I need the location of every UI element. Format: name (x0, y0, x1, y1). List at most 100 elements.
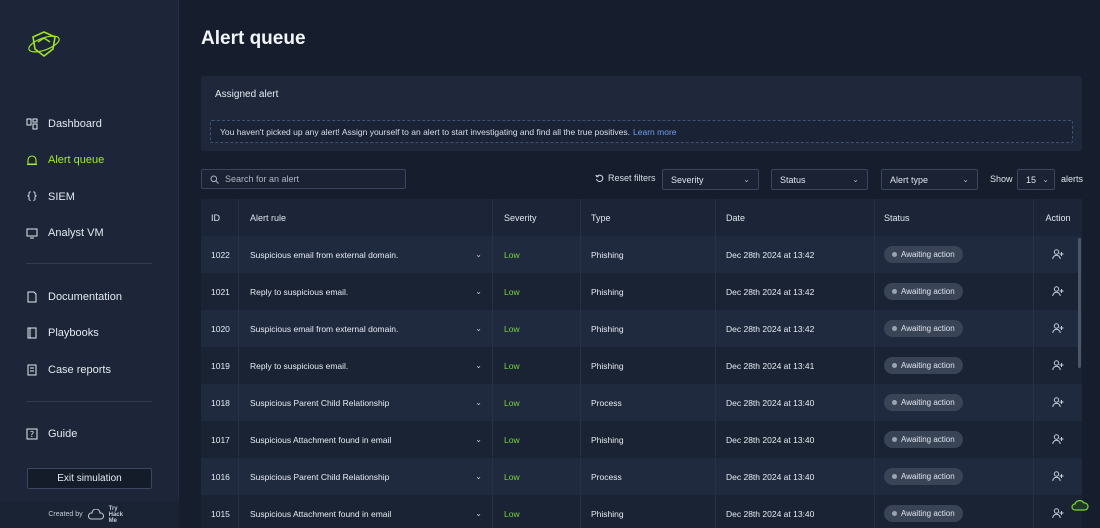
table-row[interactable]: 1020 Suspicious email from external domai… (201, 310, 1082, 347)
sidebar-item-label: Documentation (48, 291, 122, 303)
sidebar-item-label: SIEM (48, 191, 75, 203)
alert-type-select[interactable]: Alert type ⌄ (881, 169, 978, 190)
sidebar-item-guide[interactable]: ? Guide (26, 424, 77, 444)
sidebar-item-dashboard[interactable]: Dashboard (26, 114, 102, 134)
status-badge: Awaiting action (884, 357, 963, 374)
cell-rule[interactable]: Reply to suspicious email. ⌄ (239, 347, 493, 384)
sidebar-item-analyst-vm[interactable]: Analyst VM (26, 223, 104, 243)
sidebar-item-playbooks[interactable]: Playbooks (26, 323, 99, 343)
cell-rule[interactable]: Suspicious Parent Child Relationship ⌄ (239, 384, 493, 421)
table-row[interactable]: 1019 Reply to suspicious email. ⌄ Low Phishi… (201, 347, 1082, 384)
status-select[interactable]: Status ⌄ (771, 169, 868, 190)
column-header-type[interactable]: Type (581, 199, 716, 236)
chevron-down-icon[interactable]: ⌄ (475, 324, 482, 333)
severity-select-label: Severity (671, 174, 704, 185)
created-by-label: Created by (48, 511, 83, 518)
assign-user-icon[interactable] (1052, 397, 1064, 408)
cell-severity: Low (493, 384, 581, 421)
column-header-date[interactable]: Date (716, 199, 875, 236)
chevron-down-icon: ⌄ (962, 175, 969, 184)
table-row[interactable]: 1016 Suspicious Parent Child Relationship… (201, 458, 1082, 495)
cell-rule[interactable]: Suspicious email from external domain. ⌄ (239, 236, 493, 273)
sidebar-item-alert-queue[interactable]: Alert queue (26, 150, 104, 170)
siem-icon: {} (26, 191, 39, 202)
assigned-alert-title: Assigned alert (215, 89, 279, 100)
severity-select[interactable]: Severity ⌄ (662, 169, 759, 190)
cell-id: 1019 (201, 347, 239, 384)
cell-date: Dec 28th 2024 at 13:42 (716, 310, 875, 347)
cell-status: Awaiting action (875, 384, 1034, 421)
sidebar-item-siem[interactable]: {} SIEM (26, 187, 75, 207)
cell-rule[interactable]: Suspicious email from external domain. ⌄ (239, 310, 493, 347)
cell-severity: Low (493, 495, 581, 528)
assign-user-icon[interactable] (1052, 360, 1064, 371)
search-box[interactable] (201, 169, 406, 189)
status-badge: Awaiting action (884, 394, 963, 411)
assign-user-icon[interactable] (1052, 286, 1064, 297)
cell-rule[interactable]: Suspicious Attachment found in email ⌄ (239, 421, 493, 458)
status-dot (892, 289, 897, 294)
assigned-message-text: You haven't picked up any alert! Assign … (220, 126, 631, 137)
status-badge-label: Awaiting action (901, 324, 955, 333)
cell-rule[interactable]: Suspicious Parent Child Relationship ⌄ (239, 458, 493, 495)
cloud-helper-icon[interactable] (1071, 498, 1089, 514)
cell-severity: Low (493, 347, 581, 384)
cell-rule[interactable]: Suspicious Attachment found in email ⌄ (239, 495, 493, 528)
status-badge: Awaiting action (884, 320, 963, 337)
chevron-down-icon[interactable]: ⌄ (475, 435, 482, 444)
learn-more-link[interactable]: Learn more (633, 127, 676, 137)
chevron-down-icon[interactable]: ⌄ (475, 361, 482, 370)
cell-id: 1017 (201, 421, 239, 458)
cell-type: Phishing (581, 310, 716, 347)
tryhackme-logo-icon (87, 508, 104, 519)
search-icon (210, 175, 219, 184)
cell-date: Dec 28th 2024 at 13:41 (716, 347, 875, 384)
exit-simulation-button[interactable]: Exit simulation (27, 468, 152, 489)
report-icon (27, 364, 37, 376)
table-scrollbar[interactable] (1078, 238, 1081, 368)
page-title: Alert queue (201, 28, 306, 49)
table-row[interactable]: 1017 Suspicious Attachment found in email… (201, 421, 1082, 458)
sidebar-item-documentation[interactable]: Documentation (26, 287, 122, 307)
alert-queue-icon (27, 155, 37, 166)
chevron-down-icon[interactable]: ⌄ (475, 250, 482, 259)
assign-user-icon[interactable] (1052, 249, 1064, 260)
cell-rule[interactable]: Reply to suspicious email. ⌄ (239, 273, 493, 310)
status-badge-label: Awaiting action (901, 250, 955, 259)
table-row[interactable]: 1022 Suspicious email from external domai… (201, 236, 1082, 273)
assign-user-icon[interactable] (1052, 434, 1064, 445)
alerts-label: alerts (1061, 174, 1084, 184)
table-row[interactable]: 1018 Suspicious Parent Child Relationship… (201, 384, 1082, 421)
status-badge: Awaiting action (884, 246, 963, 263)
chevron-down-icon[interactable]: ⌄ (475, 509, 482, 518)
column-header-severity[interactable]: Severity (493, 199, 581, 236)
cell-date: Dec 28th 2024 at 13:40 (716, 384, 875, 421)
cell-status: Awaiting action (875, 421, 1034, 458)
page-size-value: 15 (1026, 174, 1037, 185)
chevron-down-icon[interactable]: ⌄ (475, 398, 482, 407)
assign-user-icon[interactable] (1052, 471, 1064, 482)
column-header-status[interactable]: Status (875, 199, 1034, 236)
cell-action (1034, 236, 1082, 273)
cell-status: Awaiting action (875, 458, 1034, 495)
assign-user-icon[interactable] (1052, 323, 1064, 334)
app-logo-icon (28, 31, 60, 58)
sidebar-item-case-reports[interactable]: Case reports (26, 360, 111, 380)
cell-action (1034, 458, 1082, 495)
chevron-down-icon[interactable]: ⌄ (475, 472, 482, 481)
document-icon (27, 291, 37, 303)
column-header-id[interactable]: ID (201, 199, 239, 236)
cell-action (1034, 347, 1082, 384)
search-input[interactable] (225, 174, 395, 184)
monitor-icon (26, 228, 38, 239)
show-label: Show (990, 174, 1013, 184)
cell-id: 1015 (201, 495, 239, 528)
status-badge-label: Awaiting action (901, 361, 955, 370)
reset-filters-button[interactable]: Reset filters (595, 173, 656, 183)
assign-user-icon[interactable] (1052, 508, 1064, 519)
page-size-select[interactable]: 15 ⌄ (1017, 169, 1055, 190)
table-row[interactable]: 1021 Reply to suspicious email. ⌄ Low Phishi… (201, 273, 1082, 310)
chevron-down-icon[interactable]: ⌄ (475, 287, 482, 296)
column-header-rule[interactable]: Alert rule (239, 199, 493, 236)
table-row[interactable]: 1015 Suspicious Attachment found in email… (201, 495, 1082, 528)
